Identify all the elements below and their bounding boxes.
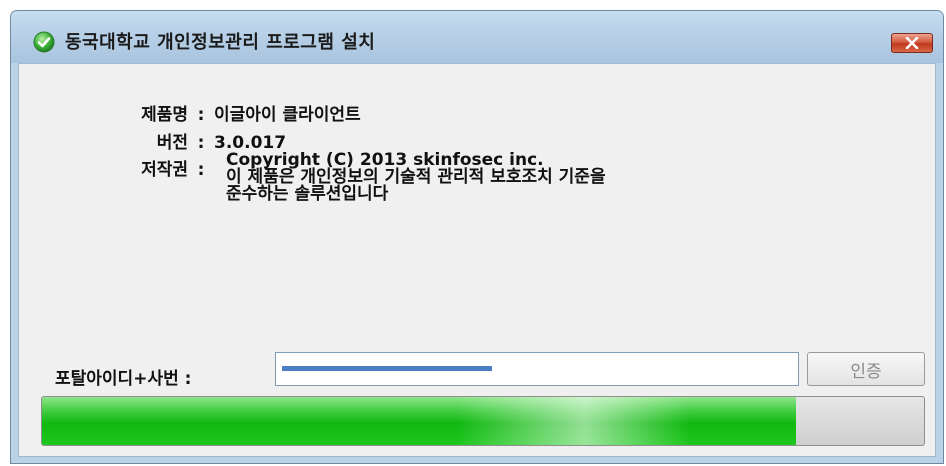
auth-button[interactable]: 인증 [807,352,925,386]
version-colon: : [197,133,205,153]
copyright-line: 준수하는 솔루션입니다 [226,184,389,204]
product-value: 이글아이 클라이언트 [214,105,361,125]
progress-fill [42,397,797,445]
redaction-mark [282,366,492,371]
close-icon [905,37,919,49]
portal-id-label: 포탈아이디+사번 : [55,369,192,389]
product-colon: : [197,105,205,125]
version-label: 버전 [156,133,188,153]
copyright-label: 저작권 [141,160,188,180]
dialog-body: 제품명: 이글아이 클라이언트 버전:3.0.017 저작권: Copyright… [18,63,936,457]
copyright-text: Copyright (C) 2013 skinfosec inc. 이 제품은 … [226,152,606,203]
product-label: 제품명 [141,105,188,125]
copyright-colon: : [197,160,205,180]
installer-window: 동국대학교 개인정보관리 프로그램 설치 제품명: 이글아이 클라이언트 버전:3… [10,10,944,464]
copyright-row: 저작권: [124,155,214,180]
check-circle-icon [33,31,55,53]
close-button[interactable] [891,33,933,53]
window-title: 동국대학교 개인정보관리 프로그램 설치 [65,32,376,53]
install-progress-bar [41,396,925,446]
title-bar[interactable]: 동국대학교 개인정보관리 프로그램 설치 [11,11,943,63]
product-row: 제품명: 이글아이 클라이언트 [124,100,361,125]
